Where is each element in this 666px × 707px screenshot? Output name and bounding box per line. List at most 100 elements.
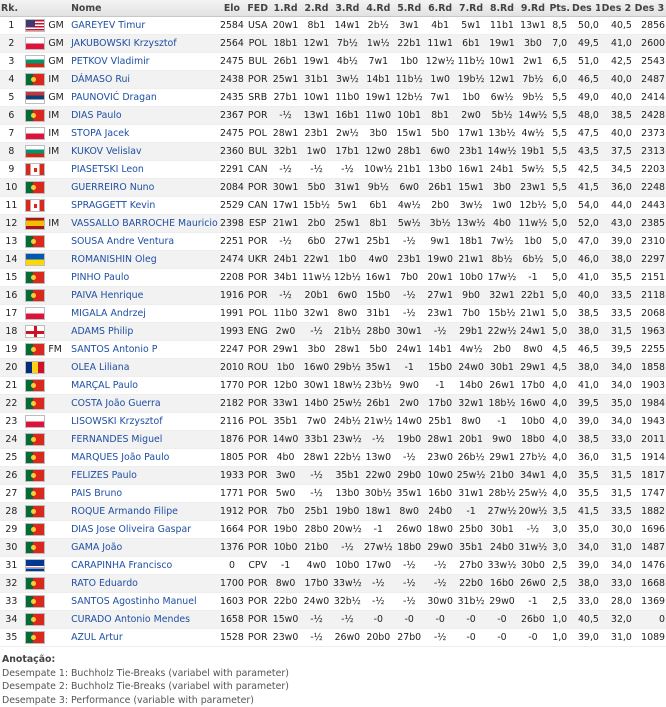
round-9-cell: 6b½ <box>517 251 548 269</box>
player-name-link[interactable]: GUERREIRO Nuno <box>71 182 154 193</box>
round-9-cell: 30b0 <box>517 557 548 575</box>
player-name-link[interactable]: LISOWSKI Krzysztof <box>71 416 162 427</box>
des3-cell: 1476 <box>633 557 666 575</box>
des1-cell: 38,0 <box>571 323 600 341</box>
des1-cell: 46,5 <box>571 71 600 89</box>
player-name-link[interactable]: MARÇAL Paulo <box>71 380 138 391</box>
player-name-link[interactable]: JAKUBOWSKI Krzysztof <box>71 38 177 49</box>
player-name-link[interactable]: VASSALLO BARROCHE Mauricio <box>71 218 218 229</box>
fed-cell: POR <box>245 71 270 89</box>
round-8-cell: 26w1 <box>487 377 518 395</box>
title-cell <box>47 557 70 575</box>
player-name-link[interactable]: PAUNOVIĆ Dragan <box>71 92 157 103</box>
elo-cell: 2367 <box>219 107 246 125</box>
header-des1[interactable]: Des 1 <box>571 0 600 17</box>
round-2-cell: 14b0 <box>301 395 332 413</box>
player-name-link[interactable]: FELIZES Paulo <box>71 470 137 481</box>
des2-cell: 40,0 <box>600 71 633 89</box>
player-name-link[interactable]: STOPA Jacek <box>71 128 129 139</box>
round-6-cell: 12w½ <box>425 53 456 71</box>
points-cell: 4,0 <box>548 467 571 485</box>
round-2-cell: 2b0 <box>301 215 332 233</box>
player-name-link[interactable]: ROMANISHIN Oleg <box>71 254 157 265</box>
round-1-cell: 27b1 <box>270 89 301 107</box>
player-name-link[interactable]: PINHO Paulo <box>71 272 129 283</box>
round-6-cell: 19w0 <box>425 251 456 269</box>
player-name-link[interactable]: SANTOS Antonio P <box>71 344 157 355</box>
player-name-cell: MARQUES João Paulo <box>70 449 218 467</box>
flag-cell <box>23 395 48 413</box>
elo-cell: 2435 <box>219 89 246 107</box>
des3-cell: 0 <box>633 611 666 629</box>
header-des3[interactable]: Des 3 <box>633 0 666 17</box>
player-name-link[interactable]: SANTOS Agostinho Manuel <box>71 596 197 607</box>
round-1-cell: -½ <box>270 287 301 305</box>
player-name-link[interactable]: COSTA João Guerra <box>71 398 161 409</box>
title-cell <box>47 593 70 611</box>
round-5-cell: 8w0 <box>394 503 425 521</box>
rank-cell: 18 <box>0 323 23 341</box>
des3-cell: 1668 <box>633 575 666 593</box>
player-name-link[interactable]: RATO Eduardo <box>71 578 138 589</box>
table-row: 30GAMA João1376POR10b021b0-½27w½18b029w0… <box>0 539 666 557</box>
player-name-link[interactable]: CARAPINHA Francisco <box>71 560 172 571</box>
player-name-link[interactable]: PETKOV Vladimir <box>71 56 149 67</box>
player-name-link[interactable]: GAREYEV Timur <box>71 20 145 31</box>
player-name-link[interactable]: FERNANDES Miguel <box>71 434 162 445</box>
header-elo[interactable]: Elo <box>219 0 246 17</box>
header-name[interactable]: Nome <box>70 0 218 17</box>
flag-por-icon <box>25 181 45 194</box>
player-name-link[interactable]: DIAS Paulo <box>71 110 122 121</box>
elo-cell: 1664 <box>219 521 246 539</box>
des2-cell: 28,0 <box>600 593 633 611</box>
player-name-link[interactable]: PIASETSKI Leon <box>71 164 144 175</box>
fed-cell: POR <box>245 449 270 467</box>
round-3-cell: 5w1 <box>332 197 363 215</box>
des1-cell: 38,5 <box>571 305 600 323</box>
player-name-link[interactable]: PAIS Bruno <box>71 488 122 499</box>
title-cell: IM <box>47 71 70 89</box>
round-5-cell: 15w1 <box>394 125 425 143</box>
round-1-cell: 5w0 <box>270 485 301 503</box>
flag-por-icon <box>25 379 45 392</box>
round-4-cell: 14b1 <box>363 71 394 89</box>
player-name-link[interactable]: DÁMASO Rui <box>71 74 130 85</box>
rank-cell: 1 <box>0 17 23 35</box>
round-8-cell: 21b0 <box>487 467 518 485</box>
player-name-link[interactable]: SPRAGGETT Kevin <box>71 200 155 211</box>
player-name-link[interactable]: MIGALA Andrzej <box>71 308 146 319</box>
header-fed[interactable]: FED <box>245 0 270 17</box>
round-4-cell: 19w1 <box>363 89 394 107</box>
player-name-link[interactable]: PAIVA Henrique <box>71 290 143 301</box>
flag-usa-icon <box>25 19 45 32</box>
round-6-cell: -½ <box>425 323 456 341</box>
player-name-link[interactable]: ADAMS Philip <box>71 326 133 337</box>
player-name-link[interactable]: ROQUE Armando Filipe <box>71 506 178 517</box>
des2-cell: 31,5 <box>600 467 633 485</box>
player-name-link[interactable]: MARQUES João Paulo <box>71 452 169 463</box>
fed-cell: POR <box>245 377 270 395</box>
player-name-link[interactable]: OLEA Liliana <box>71 362 129 373</box>
round-9-cell: 3b0 <box>517 35 548 53</box>
header-rank[interactable]: Rk. <box>0 0 23 17</box>
des1-cell: 48,0 <box>571 107 600 125</box>
player-name-link[interactable]: CURADO Antonio Mendes <box>71 614 190 625</box>
player-name-link[interactable]: SOUSA Andre Ventura <box>71 236 174 247</box>
points-cell: 4,0 <box>548 377 571 395</box>
player-name-link[interactable]: DIAS Jose Oliveira Gaspar <box>71 524 191 535</box>
rank-cell: 5 <box>0 89 23 107</box>
flag-ukr-icon <box>25 253 45 266</box>
round-2-cell: 4w0 <box>301 557 332 575</box>
round-6-cell: 7w1 <box>425 89 456 107</box>
flag-cell <box>23 449 48 467</box>
table-row: 1GMGAREYEV Timur2584USA20w18b114w12b½3w1… <box>0 17 666 35</box>
header-des2[interactable]: Des 2 <box>600 0 633 17</box>
des3-cell: 2297 <box>633 251 666 269</box>
player-name-link[interactable]: KUKOV Velislav <box>71 146 141 157</box>
rank-cell: 7 <box>0 125 23 143</box>
player-name-cell: OLEA Liliana <box>70 359 218 377</box>
header-points[interactable]: Pts. <box>548 0 571 17</box>
player-name-link[interactable]: AZUL Artur <box>71 632 123 643</box>
player-name-link[interactable]: GAMA João <box>71 542 122 553</box>
elo-cell: 1771 <box>219 485 246 503</box>
